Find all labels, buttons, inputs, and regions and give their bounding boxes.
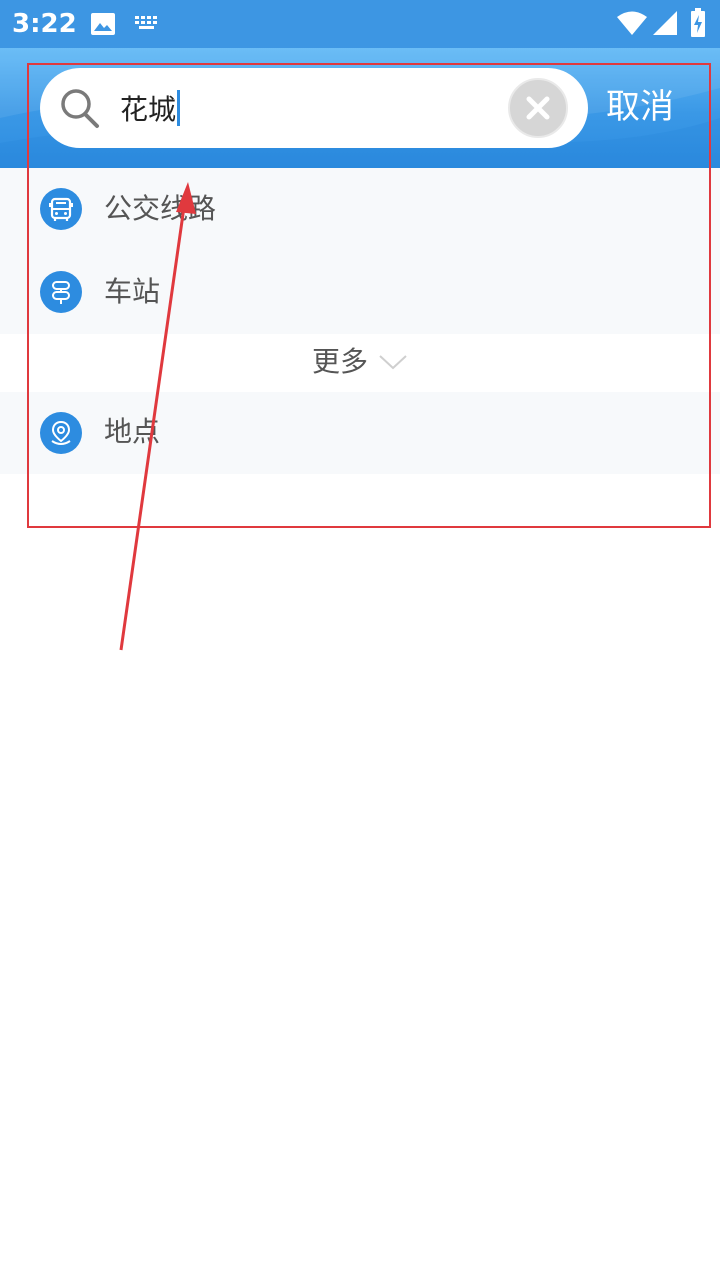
status-bar: 3:22 — [0, 0, 720, 48]
clear-search-button[interactable] — [508, 78, 568, 138]
close-icon — [526, 96, 550, 120]
cancel-button[interactable]: 取消 — [606, 82, 674, 132]
search-input[interactable]: 花城 — [40, 68, 588, 148]
result-label: 车站 — [104, 275, 161, 308]
battery-charging-icon — [691, 8, 705, 37]
result-item-station[interactable]: 车站 — [0, 252, 720, 334]
wifi-icon — [617, 11, 647, 35]
chevron-down-icon — [379, 355, 407, 370]
result-label: 地点 — [104, 415, 161, 448]
result-item-bus-line[interactable]: 公交线路 — [0, 168, 720, 252]
result-item-place[interactable]: 地点 — [0, 392, 720, 474]
station-icon — [40, 271, 82, 313]
cellular-signal-icon — [653, 11, 677, 35]
search-query-text: 花城 — [120, 93, 177, 126]
more-label: 更多 — [312, 345, 369, 378]
screen: 3:22 花城 取消 公交线路 车站 更多 地点 — [0, 0, 720, 1280]
location-pin-icon — [40, 412, 82, 454]
image-icon — [91, 13, 115, 35]
keyboard-icon — [135, 16, 157, 29]
text-caret — [177, 90, 181, 126]
more-button[interactable]: 更多 — [0, 334, 720, 392]
search-header: 花城 取消 — [0, 48, 720, 168]
search-query-field[interactable]: 花城 — [120, 88, 181, 128]
search-icon — [61, 89, 99, 128]
result-label: 公交线路 — [104, 192, 217, 225]
status-time: 3:22 — [12, 9, 77, 39]
bus-icon — [40, 188, 82, 230]
